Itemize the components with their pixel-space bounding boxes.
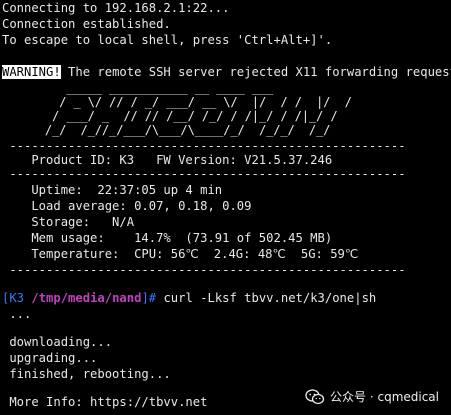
prompt-line: [K3 /tmp/media/nand]# curl -Lksf tbvv.ne… bbox=[2, 290, 376, 306]
ascii-art-line-4: /_/ /_//_/___/\___/\____/_/ /_/_/ /_/ bbox=[2, 123, 331, 137]
finished-line: finished, rebooting... bbox=[2, 367, 171, 381]
divider-bottom: ----------------------------------------… bbox=[2, 263, 406, 277]
dots-line: ... bbox=[2, 307, 32, 321]
prompt-host: K3 bbox=[9, 291, 25, 305]
divider-middle: ----------------------------------------… bbox=[2, 167, 406, 181]
watermark: 公众号 · cqmedical bbox=[305, 388, 439, 405]
prompt-close: ]# bbox=[141, 291, 157, 305]
escape-line: To escape to local shell, press 'Ctrl+Al… bbox=[2, 33, 333, 47]
uptime-line: Uptime: 22:37:05 up 4 min bbox=[2, 183, 223, 197]
upgrading-line: upgrading... bbox=[2, 351, 98, 365]
warning-line: WARNING! The remote SSH server rejected … bbox=[2, 64, 451, 80]
warning-badge: WARNING! bbox=[2, 65, 61, 79]
downloading-line: downloading... bbox=[2, 335, 113, 349]
prompt-path: /tmp/media/nand bbox=[31, 291, 142, 305]
mem-line: Mem usage: 14.7% (73.91 of 502.45 MB) bbox=[2, 231, 333, 245]
command-text: curl -Lksf tbvv.net/k3/one|sh bbox=[156, 291, 377, 305]
established-line: Connection established. bbox=[2, 17, 171, 31]
connect-line: Connecting to 192.168.2.1:22... bbox=[2, 1, 230, 15]
watermark-text: 公众号 · cqmedical bbox=[330, 390, 439, 404]
more-info-line: More Info: https://tbvv.net bbox=[2, 395, 208, 409]
temperature-line: Temperature: CPU: 56℃ 2.4G: 48℃ 5G: 59℃ bbox=[2, 247, 359, 261]
storage-line: Storage: N/A bbox=[2, 215, 135, 229]
load-line: Load average: 0.07, 0.18, 0.09 bbox=[2, 199, 252, 213]
warning-text: The remote SSH server rejected X11 forwa… bbox=[60, 65, 451, 79]
terminal-window[interactable]: Connecting to 192.168.2.1:22... Connecti… bbox=[0, 0, 451, 415]
wechat-icon bbox=[305, 388, 325, 404]
